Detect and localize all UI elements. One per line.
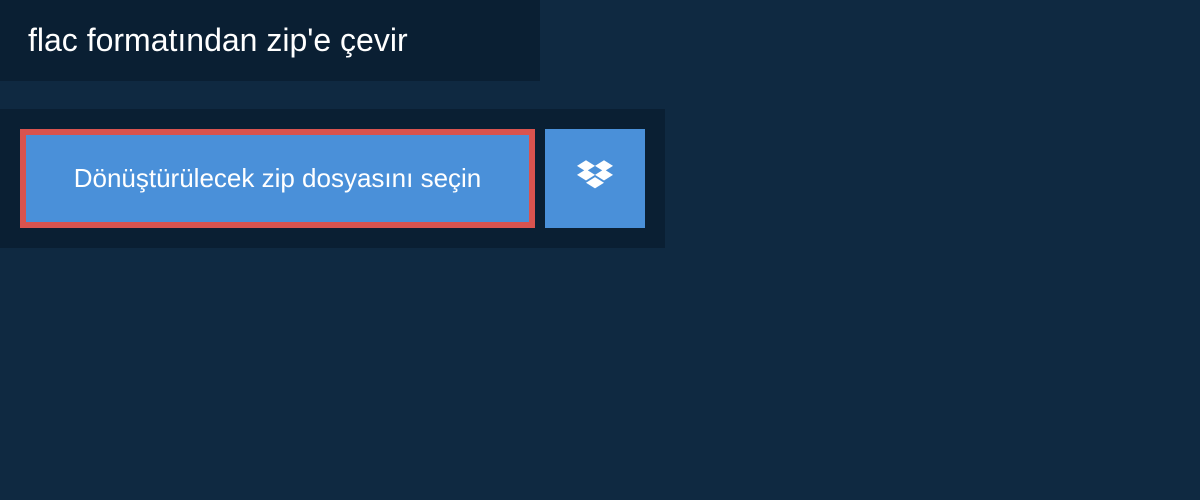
title-bar: flac formatından zip'e çevir	[0, 0, 540, 81]
page-title: flac formatından zip'e çevir	[28, 22, 512, 59]
dropbox-icon	[577, 158, 613, 199]
dropbox-button[interactable]	[545, 129, 645, 228]
select-file-button[interactable]: Dönüştürülecek zip dosyasını seçin	[20, 129, 535, 228]
select-file-label: Dönüştürülecek zip dosyasını seçin	[74, 163, 482, 194]
upload-panel: Dönüştürülecek zip dosyasını seçin	[0, 109, 665, 248]
